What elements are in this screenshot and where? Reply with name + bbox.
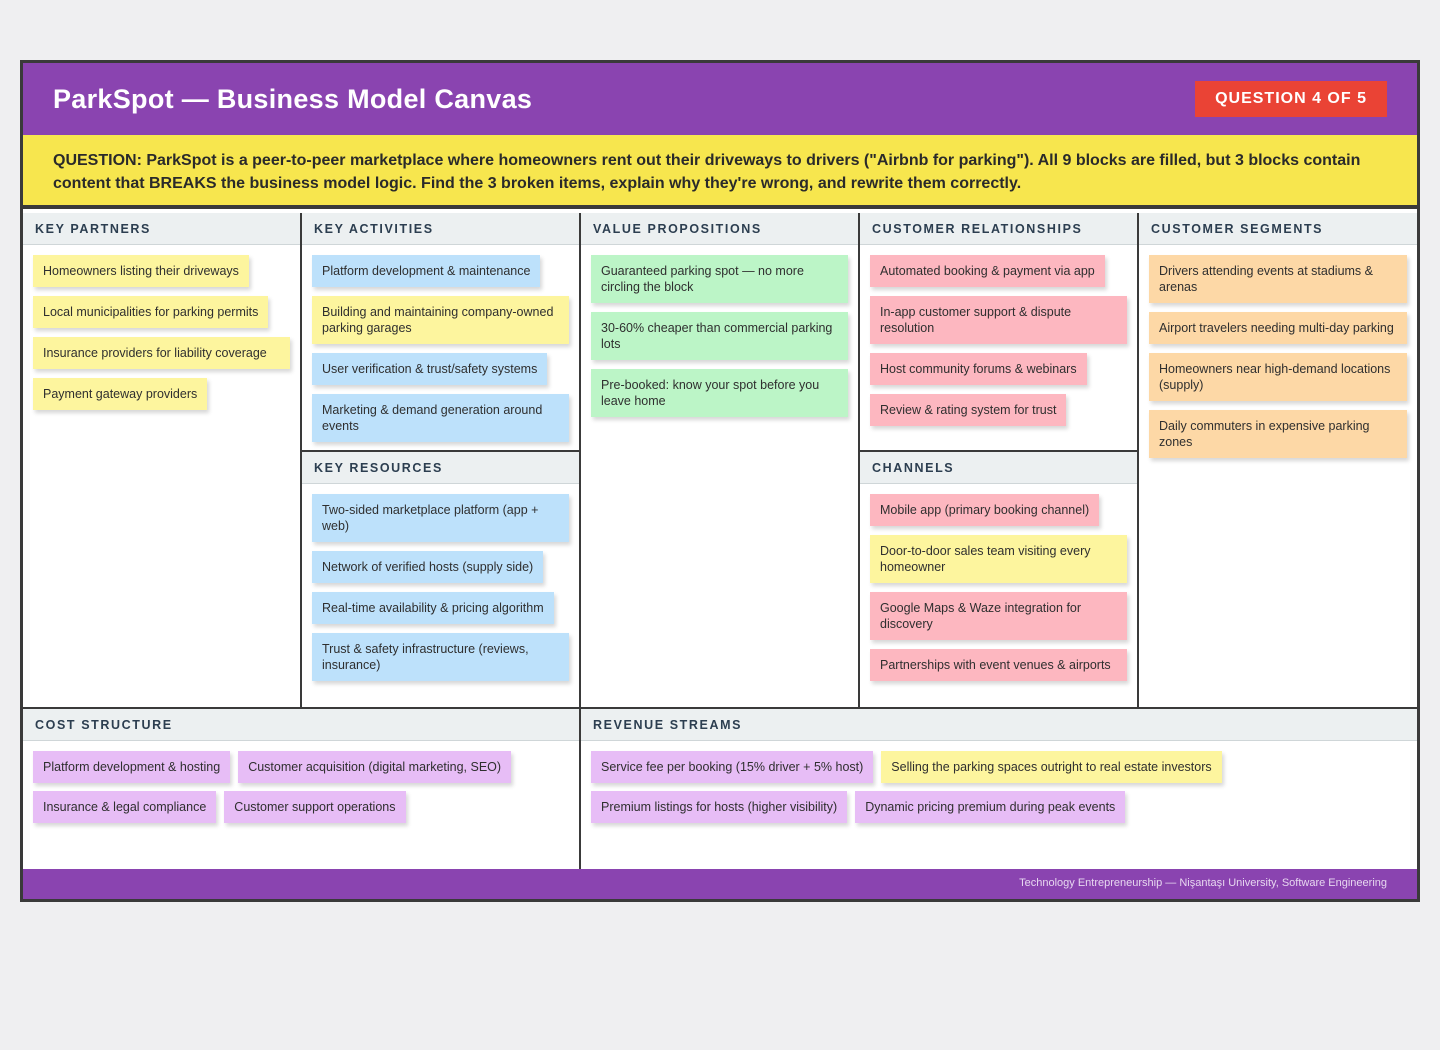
block-key-activities: KEY ACTIVITIES Platform development & ma… [302,213,579,450]
sticky-note[interactable]: Trust & safety infrastructure (reviews, … [312,633,569,681]
grid-divider [300,213,302,707]
question-badge: QUESTION 4 OF 5 [1195,81,1387,117]
grid-divider [302,450,579,452]
sticky-note[interactable]: Service fee per booking (15% driver + 5%… [591,751,874,783]
block-key-resources: KEY RESOURCES Two-sided marketplace plat… [302,452,579,707]
sticky-note[interactable]: Homeowners listing their driveways [33,255,249,287]
block-title: VALUE PROPOSITIONS [581,213,858,245]
sticky-note[interactable]: 30-60% cheaper than commercial parking l… [591,312,848,360]
block-title: CHANNELS [860,452,1137,484]
sticky-note[interactable]: Local municipalities for parking permits [33,296,269,328]
grid-divider [858,213,860,707]
sticky-note[interactable]: In-app customer support & dispute resolu… [870,296,1127,344]
sticky-note[interactable]: Marketing & demand generation around eve… [312,394,569,442]
sticky-note[interactable]: Two-sided marketplace platform (app + we… [312,494,569,542]
sticky-note[interactable]: Customer support operations [224,791,406,823]
sticky-note-suspect[interactable]: Door-to-door sales team visiting every h… [870,535,1127,583]
grid-divider [860,450,1137,452]
block-channels: CHANNELS Mobile app (primary booking cha… [860,452,1137,707]
block-customer-relationships: CUSTOMER RELATIONSHIPS Automated booking… [860,213,1137,450]
page-title: ParkSpot — Business Model Canvas [53,83,533,114]
block-customer-segments: CUSTOMER SEGMENTS Drivers attending even… [1139,213,1417,707]
block-key-partners: KEY PARTNERS Homeowners listing their dr… [23,213,300,707]
block-title: KEY RESOURCES [302,452,579,484]
grid-divider [1137,213,1139,707]
block-title: KEY PARTNERS [23,213,300,245]
question-banner: QUESTION: ParkSpot is a peer-to-peer mar… [23,135,1417,209]
sticky-note[interactable]: Customer acquisition (digital marketing,… [238,751,512,783]
block-revenue-streams: REVENUE STREAMS Service fee per booking … [581,709,1417,869]
sticky-note[interactable]: Airport travelers needing multi-day park… [1149,312,1407,344]
sticky-note[interactable]: Platform development & hosting [33,751,231,783]
sticky-note[interactable]: Payment gateway providers [33,378,208,410]
sticky-note[interactable]: Pre-booked: know your spot before you le… [591,369,848,417]
sticky-note[interactable]: Mobile app (primary booking channel) [870,494,1100,526]
sticky-note[interactable]: Platform development & maintenance [312,255,541,287]
sticky-note[interactable]: Guaranteed parking spot — no more circli… [591,255,848,303]
sticky-note-suspect[interactable]: Building and maintaining company-owned p… [312,296,569,344]
sticky-note[interactable]: Drivers attending events at stadiums & a… [1149,255,1407,303]
sticky-note[interactable]: Host community forums & webinars [870,353,1087,385]
sticky-note[interactable]: Daily commuters in expensive parking zon… [1149,410,1407,458]
block-value-propositions: VALUE PROPOSITIONS Guaranteed parking sp… [581,213,858,707]
canvas-header: ParkSpot — Business Model Canvas QUESTIO… [23,63,1417,135]
block-title: CUSTOMER RELATIONSHIPS [860,213,1137,245]
sticky-note[interactable]: Premium listings for hosts (higher visib… [591,791,848,823]
footer-credit: Technology Entrepreneurship — Nişantaşı … [23,869,1417,899]
canvas-frame: ParkSpot — Business Model Canvas QUESTIO… [20,60,1420,902]
canvas-grid: KEY PARTNERS Homeowners listing their dr… [23,213,1417,709]
sticky-note[interactable]: User verification & trust/safety systems [312,353,548,385]
grid-divider [579,213,581,707]
block-title: CUSTOMER SEGMENTS [1139,213,1417,245]
sticky-note[interactable]: Real-time availability & pricing algorit… [312,592,554,624]
block-title: KEY ACTIVITIES [302,213,579,245]
block-title: COST STRUCTURE [23,709,579,741]
sticky-note[interactable]: Homeowners near high-demand locations (s… [1149,353,1407,401]
sticky-note[interactable]: Partnerships with event venues & airport… [870,649,1127,681]
sticky-note[interactable]: Network of verified hosts (supply side) [312,551,544,583]
sticky-note-suspect[interactable]: Selling the parking spaces outright to r… [881,751,1222,783]
sticky-note[interactable]: Dynamic pricing premium during peak even… [855,791,1126,823]
block-title: REVENUE STREAMS [581,709,1417,741]
sticky-note[interactable]: Insurance providers for liability covera… [33,337,290,369]
sticky-note[interactable]: Review & rating system for trust [870,394,1067,426]
block-cost-structure: COST STRUCTURE Platform development & ho… [23,709,579,869]
sticky-note[interactable]: Insurance & legal compliance [33,791,217,823]
sticky-note[interactable]: Automated booking & payment via app [870,255,1105,287]
sticky-note[interactable]: Google Maps & Waze integration for disco… [870,592,1127,640]
